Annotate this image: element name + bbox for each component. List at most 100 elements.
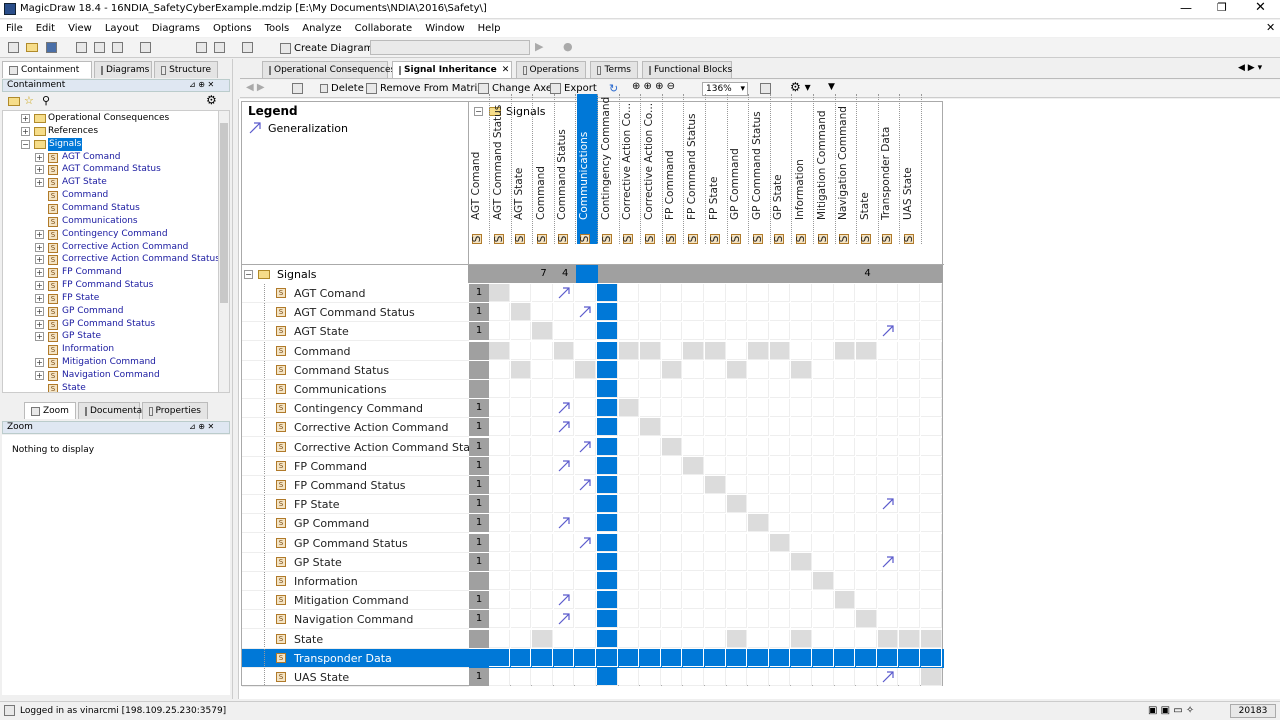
matrix-cell[interactable] — [856, 360, 877, 379]
matrix-cell[interactable] — [683, 418, 704, 437]
diagram-tab[interactable]: Terms — [590, 61, 638, 78]
matrix-cell[interactable] — [618, 572, 640, 590]
matrix-cell[interactable] — [640, 284, 661, 302]
matrix-cell[interactable] — [748, 437, 769, 456]
matrix-cell[interactable] — [705, 572, 726, 590]
matrix-cell[interactable] — [769, 418, 791, 437]
matrix-cell[interactable] — [640, 610, 661, 629]
matrix-cell[interactable] — [489, 591, 510, 610]
matrix-cell[interactable] — [597, 476, 618, 494]
matrix-cell[interactable] — [921, 591, 942, 610]
menu-help[interactable]: Help — [478, 23, 501, 34]
matrix-cell[interactable] — [553, 476, 575, 494]
matrix-cell[interactable] — [683, 629, 704, 648]
matrix-cell[interactable] — [813, 418, 834, 437]
matrix-cell[interactable] — [575, 572, 596, 590]
matrix-cell[interactable] — [705, 668, 726, 686]
matrix-cell[interactable] — [834, 341, 856, 360]
column-header[interactable]: AGT Command Status S — [491, 94, 512, 244]
matrix-cell[interactable] — [748, 533, 769, 552]
diagram-tab[interactable]: Signal Inheritance ✕ — [392, 61, 512, 78]
matrix-cell[interactable] — [726, 437, 748, 456]
matrix-cell[interactable] — [726, 322, 748, 341]
matrix-cell[interactable] — [532, 495, 553, 514]
matrix-cell[interactable] — [791, 322, 812, 341]
matrix-cell[interactable] — [834, 591, 856, 610]
matrix-cell[interactable] — [553, 437, 575, 456]
row-header[interactable]: S FP Command Status — [242, 476, 469, 495]
matrix-cell[interactable] — [769, 380, 791, 398]
matrix-cell[interactable] — [705, 591, 726, 610]
matrix-cell[interactable] — [510, 476, 532, 494]
back-icon[interactable]: ◀ ▶ — [246, 82, 265, 93]
matrix-cell[interactable] — [899, 610, 920, 629]
row-header[interactable]: S Contingency Command — [242, 399, 469, 419]
matrix-cell[interactable] — [597, 533, 618, 552]
matrix-cell[interactable] — [791, 533, 812, 552]
tab-containment[interactable]: Containment — [2, 61, 92, 78]
matrix-cell[interactable] — [532, 514, 553, 533]
matrix-cell[interactable] — [510, 418, 532, 437]
matrix-cell[interactable] — [640, 418, 661, 437]
matrix-cell[interactable] — [597, 648, 618, 667]
matrix-cell[interactable] — [597, 418, 618, 437]
matrix-cell[interactable] — [489, 629, 510, 648]
matrix-cell[interactable] — [640, 341, 661, 360]
column-header[interactable]: GP Command Status S — [750, 94, 771, 244]
undo-icon[interactable] — [140, 42, 154, 54]
matrix-cell[interactable] — [532, 456, 553, 475]
matrix-row[interactable]: S FP State 1 — [242, 495, 944, 515]
matrix-row[interactable]: S AGT State 1 — [242, 322, 944, 342]
column-header[interactable]: GP State S — [771, 94, 793, 244]
matrix-cell[interactable] — [510, 456, 532, 475]
print-icon[interactable] — [76, 42, 90, 54]
menu-window[interactable]: Window — [425, 23, 464, 34]
matrix-cell[interactable] — [877, 322, 899, 341]
matrix-cell[interactable] — [877, 303, 899, 322]
create-diagram-button[interactable]: Create Diagram — [280, 40, 373, 56]
matrix-cell[interactable] — [597, 341, 618, 360]
row-header[interactable]: S Command Status — [242, 360, 469, 380]
matrix-cell[interactable] — [877, 437, 899, 456]
matrix-cell[interactable] — [510, 341, 532, 360]
column-header[interactable]: FP Command S — [663, 94, 685, 244]
expand-icon[interactable]: + — [35, 255, 44, 265]
matrix-cell[interactable] — [575, 476, 596, 494]
matrix-cell[interactable] — [683, 380, 704, 398]
matrix-cell[interactable] — [769, 495, 791, 514]
matrix-cell[interactable] — [597, 399, 618, 418]
matrix-cell[interactable] — [899, 572, 920, 590]
matrix-cell[interactable] — [553, 572, 575, 590]
matrix-cell[interactable] — [661, 668, 683, 686]
matrix-cell[interactable] — [575, 303, 596, 322]
tree-scrollbar[interactable] — [218, 110, 230, 393]
matrix-cell[interactable] — [618, 456, 640, 475]
row-header[interactable]: S GP State — [242, 552, 469, 572]
matrix-row[interactable]: S Information — [242, 572, 944, 591]
close-tab-icon[interactable]: ✕ — [502, 62, 510, 78]
matrix-cell[interactable] — [532, 591, 553, 610]
row-header[interactable]: S Transponder Data — [242, 648, 469, 668]
close-project-icon[interactable]: ✕ — [1266, 21, 1275, 34]
matrix-cell[interactable] — [877, 514, 899, 533]
matrix-cell[interactable] — [748, 591, 769, 610]
matrix-cell[interactable] — [489, 456, 510, 475]
matrix-cell[interactable] — [510, 360, 532, 379]
matrix-cell[interactable] — [618, 476, 640, 494]
matrix-cell[interactable] — [921, 514, 942, 533]
matrix-cell[interactable] — [510, 322, 532, 341]
matrix-cell[interactable] — [489, 533, 510, 552]
matrix-cell[interactable] — [640, 629, 661, 648]
matrix-cell[interactable] — [640, 572, 661, 590]
matrix-cell[interactable] — [834, 380, 856, 398]
matrix-cell[interactable] — [683, 399, 704, 418]
matrix-cell[interactable] — [683, 533, 704, 552]
matrix-cell[interactable] — [813, 495, 834, 514]
matrix-cell[interactable] — [834, 668, 856, 686]
matrix-cell[interactable] — [640, 399, 661, 418]
matrix-cell[interactable] — [661, 610, 683, 629]
matrix-cell[interactable] — [899, 552, 920, 571]
matrix-cell[interactable] — [899, 668, 920, 686]
matrix-cell[interactable] — [640, 495, 661, 514]
matrix-cell[interactable] — [618, 495, 640, 514]
